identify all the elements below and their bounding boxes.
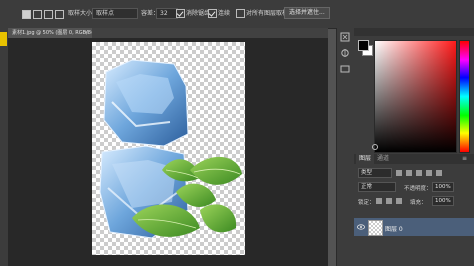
lock-label: 锁定： (358, 200, 375, 206)
ice-and-mint-image (99, 59, 242, 239)
filter-adjustment-icon[interactable] (406, 170, 412, 176)
new-selection-icon[interactable] (22, 10, 31, 19)
fill-label: 填充： (410, 200, 427, 206)
lock-pixels-icon[interactable] (386, 198, 392, 204)
subtract-selection-icon[interactable] (44, 10, 53, 19)
color-picker-cursor[interactable] (372, 144, 378, 150)
opacity-input[interactable]: 100% (432, 182, 454, 192)
color-picker-field[interactable] (374, 40, 457, 153)
close-tab-icon[interactable]: × (84, 28, 90, 38)
contiguous-label: 连续 (218, 10, 231, 17)
sample-size-dropdown[interactable]: 取样点 (92, 8, 138, 19)
foreground-color-swatch[interactable] (358, 40, 369, 51)
opacity-label: 不透明度： (404, 186, 432, 192)
filter-pixel-icon[interactable] (396, 170, 402, 176)
eye-icon[interactable] (357, 224, 365, 230)
antialias-checkbox[interactable] (176, 9, 185, 18)
all-layers-checkbox[interactable] (236, 9, 245, 18)
filter-type-icon[interactable] (416, 170, 422, 176)
history-icon[interactable] (340, 32, 350, 42)
lock-transparency-icon[interactable] (376, 198, 382, 204)
tab-channels[interactable]: 通道 (374, 154, 392, 164)
select-and-mask-button[interactable]: 选择并遮住... (284, 7, 330, 19)
fill-input[interactable]: 100% (432, 196, 454, 206)
tab-layers[interactable]: 图层 (356, 154, 375, 164)
properties-icon[interactable] (340, 48, 350, 58)
blend-mode-dropdown[interactable]: 正常 (358, 182, 396, 192)
contiguous-checkbox[interactable] (208, 9, 217, 18)
layer-thumbnail[interactable] (368, 220, 383, 236)
hue-slider[interactable] (459, 40, 470, 153)
filter-shape-icon[interactable] (426, 170, 432, 176)
tab-strip (92, 28, 328, 38)
color-panel-header (354, 28, 474, 36)
antialias-label: 消除锯齿 (186, 10, 211, 17)
intersect-selection-icon[interactable] (55, 10, 64, 19)
layer-name[interactable]: 图层 0 (385, 224, 403, 233)
layer-kind-filter[interactable]: 类型 (358, 168, 392, 178)
filter-smart-object-icon[interactable] (436, 170, 442, 176)
lock-position-icon[interactable] (396, 198, 402, 204)
panel-menu-icon[interactable]: ≡ (462, 154, 472, 164)
add-to-selection-icon[interactable] (33, 10, 42, 19)
adjustments-icon[interactable] (340, 64, 350, 74)
magic-wand-icon[interactable] (0, 32, 7, 46)
tolerance-input[interactable]: 32 (156, 8, 178, 19)
all-layers-label: 对所有图层取样 (246, 10, 289, 17)
document-tab[interactable]: 素材1.jpg @ 50% (图层 0, RGB/8#) (8, 28, 97, 38)
